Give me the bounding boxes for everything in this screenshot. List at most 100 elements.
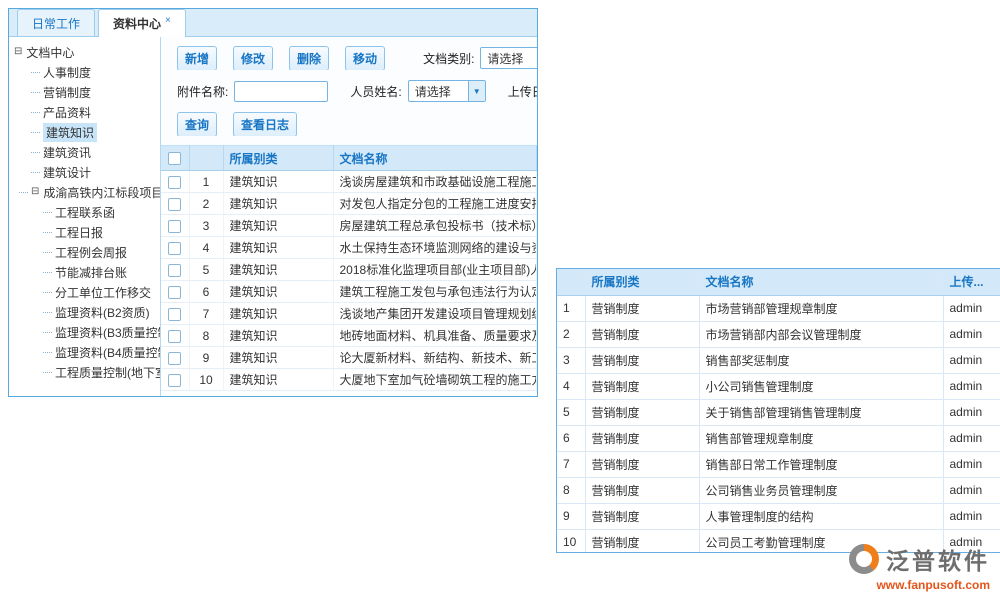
person-name-select[interactable]: 请选择 ▼ [408, 80, 486, 102]
marketing-table-panel: 所属别类 文档名称 上传... 1营销制度市场营销部管理规章制度admin2营销… [556, 268, 1000, 553]
marketing-table: 所属别类 文档名称 上传... 1营销制度市场营销部管理规章制度admin2营销… [557, 269, 1000, 553]
sidebar-item[interactable]: 监理资料(B2资质) [9, 302, 160, 322]
doc-category-select[interactable]: 请选择 ▼ [480, 47, 537, 69]
marketing-table-row[interactable]: 8营销制度公司销售业务员管理制度admin [557, 477, 1000, 503]
select-all-checkbox[interactable] [168, 152, 181, 165]
row-uploader: admin [943, 451, 1000, 477]
uploader-column-header: 上传... [943, 269, 1000, 295]
doc-name-column-header: 文档名称 [699, 269, 943, 295]
doc-table-row[interactable]: 5建筑知识2018标准化监理项目部(业主项目部)人员... [161, 259, 537, 281]
delete-button[interactable]: 删除 [289, 46, 329, 70]
sidebar-item[interactable]: 建筑设计 [9, 162, 160, 182]
sidebar-item[interactable]: 节能减排台账 [9, 262, 160, 282]
marketing-table-row[interactable]: 9营销制度人事管理制度的结构admin [557, 503, 1000, 529]
sidebar-item[interactable]: 工程质量控制(地下室) [9, 362, 160, 382]
row-checkbox[interactable] [168, 176, 181, 189]
doc-table-row[interactable]: 2建筑知识对发包人指定分包的工程施工进度安排... [161, 193, 537, 215]
sidebar-item[interactable]: 工程联系函 [9, 202, 160, 222]
row-doc-name[interactable]: 房屋建筑工程总承包投标书（技术标）... [333, 215, 537, 237]
marketing-table-row[interactable]: 1营销制度市场营销部管理规章制度admin [557, 295, 1000, 321]
marketing-table-row[interactable]: 3营销制度销售部奖惩制度admin [557, 347, 1000, 373]
doc-table-row[interactable]: 8建筑知识地砖地面材料、机具准备、质量要求及... [161, 325, 537, 347]
query-button[interactable]: 查询 [177, 112, 217, 136]
tab-daily-work[interactable]: 日常工作 [17, 9, 95, 36]
row-doc-name[interactable]: 人事管理制度的结构 [699, 503, 943, 529]
tab-data-center[interactable]: 资料中心× [98, 9, 186, 37]
row-checkbox[interactable] [168, 264, 181, 277]
sidebar-item[interactable]: 监理资料(B3质量控制) [9, 322, 160, 342]
modify-button[interactable]: 修改 [233, 46, 273, 70]
sidebar-item[interactable]: ⊟成渝高铁内江标段项目 [9, 182, 160, 202]
row-category: 营销制度 [585, 425, 699, 451]
row-doc-name[interactable]: 浅谈房屋建筑和市政基础设施工程施工... [333, 171, 537, 193]
view-log-button[interactable]: 查看日志 [233, 112, 297, 136]
row-doc-name[interactable]: 市场营销部内部会议管理制度 [699, 321, 943, 347]
add-button[interactable]: 新增 [177, 46, 217, 70]
marketing-table-row[interactable]: 2营销制度市场营销部内部会议管理制度admin [557, 321, 1000, 347]
expand-collapse-icon[interactable]: ⊟ [14, 47, 22, 57]
row-uploader: admin [943, 347, 1000, 373]
row-checkbox[interactable] [168, 352, 181, 365]
row-number: 7 [557, 451, 585, 477]
row-doc-name[interactable]: 浅谈地产集团开发建设项目管理规划编... [333, 303, 537, 325]
sidebar-item[interactable]: 分工单位工作移交 [9, 282, 160, 302]
row-doc-name[interactable]: 对发包人指定分包的工程施工进度安排... [333, 193, 537, 215]
doc-table-row[interactable]: 1建筑知识浅谈房屋建筑和市政基础设施工程施工... [161, 171, 537, 193]
row-doc-name[interactable]: 大厦地下室加气砼墙砌筑工程的施工方... [333, 369, 537, 391]
expand-collapse-icon[interactable]: ⊟ [31, 187, 39, 197]
marketing-table-row[interactable]: 6营销制度销售部管理规章制度admin [557, 425, 1000, 451]
row-number: 4 [557, 373, 585, 399]
row-category: 营销制度 [585, 503, 699, 529]
sidebar-item[interactable]: 建筑知识 [9, 122, 160, 142]
documents-table: 所属别类 文档名称 1建筑知识浅谈房屋建筑和市政基础设施工程施工...2建筑知识… [161, 145, 537, 391]
row-category: 营销制度 [585, 321, 699, 347]
marketing-table-row[interactable]: 7营销制度销售部日常工作管理制度admin [557, 451, 1000, 477]
attachment-name-input[interactable] [234, 81, 328, 102]
row-number: 3 [189, 215, 223, 237]
sidebar-item[interactable]: 工程日报 [9, 222, 160, 242]
row-doc-name[interactable]: 小公司销售管理制度 [699, 373, 943, 399]
attachment-name-label: 附件名称: [177, 83, 228, 100]
screenshot-stage: 日常工作 资料中心× ⊟文档中心人事制度营销制度产品资料建筑知识建筑资讯建筑设计… [0, 0, 1000, 600]
doc-table-row[interactable]: 3建筑知识房屋建筑工程总承包投标书（技术标）... [161, 215, 537, 237]
sidebar-item[interactable]: 建筑资讯 [9, 142, 160, 162]
marketing-table-row[interactable]: 4营销制度小公司销售管理制度admin [557, 373, 1000, 399]
row-doc-name[interactable]: 2018标准化监理项目部(业主项目部)人员... [333, 259, 537, 281]
row-doc-name[interactable]: 水土保持生态环境监测网络的建设与资... [333, 237, 537, 259]
doc-table-row[interactable]: 10建筑知识大厦地下室加气砼墙砌筑工程的施工方... [161, 369, 537, 391]
doc-table-row[interactable]: 9建筑知识论大厦新材料、新结构、新技术、新工... [161, 347, 537, 369]
row-doc-name[interactable]: 销售部奖惩制度 [699, 347, 943, 373]
sidebar-item[interactable]: 产品资料 [9, 102, 160, 122]
row-checkbox[interactable] [168, 374, 181, 387]
row-checkbox[interactable] [168, 242, 181, 255]
docs-table-body: 1建筑知识浅谈房屋建筑和市政基础设施工程施工...2建筑知识对发包人指定分包的工… [161, 171, 537, 391]
row-number: 4 [189, 237, 223, 259]
row-checkbox[interactable] [168, 330, 181, 343]
row-checkbox[interactable] [168, 286, 181, 299]
sidebar-item[interactable]: 人事制度 [9, 62, 160, 82]
row-doc-name[interactable]: 销售部日常工作管理制度 [699, 451, 943, 477]
doc-table-row[interactable]: 4建筑知识水土保持生态环境监测网络的建设与资... [161, 237, 537, 259]
row-doc-name[interactable]: 关于销售部管理销售管理制度 [699, 399, 943, 425]
row-category: 建筑知识 [223, 303, 333, 325]
row-doc-name[interactable]: 公司销售业务员管理制度 [699, 477, 943, 503]
row-checkbox[interactable] [168, 220, 181, 233]
marketing-table-row[interactable]: 5营销制度关于销售部管理销售管理制度admin [557, 399, 1000, 425]
row-checkbox[interactable] [168, 308, 181, 321]
row-checkbox[interactable] [168, 198, 181, 211]
doc-table-row[interactable]: 7建筑知识浅谈地产集团开发建设项目管理规划编... [161, 303, 537, 325]
sidebar-item[interactable]: ⊟文档中心 [9, 42, 160, 62]
row-doc-name[interactable]: 论大厦新材料、新结构、新技术、新工... [333, 347, 537, 369]
doc-table-row[interactable]: 6建筑知识建筑工程施工发包与承包违法行为认定... [161, 281, 537, 303]
row-number: 8 [557, 477, 585, 503]
row-doc-name[interactable]: 市场营销部管理规章制度 [699, 295, 943, 321]
row-doc-name[interactable]: 建筑工程施工发包与承包违法行为认定... [333, 281, 537, 303]
close-tab-icon[interactable]: × [165, 15, 171, 26]
sidebar-item[interactable]: 监理资料(B4质量控制) [9, 342, 160, 362]
row-doc-name[interactable]: 销售部管理规章制度 [699, 425, 943, 451]
sidebar-item[interactable]: 营销制度 [9, 82, 160, 102]
move-button[interactable]: 移动 [345, 46, 385, 70]
row-doc-name[interactable]: 地砖地面材料、机具准备、质量要求及... [333, 325, 537, 347]
row-number: 9 [557, 503, 585, 529]
sidebar-item[interactable]: 工程例会周报 [9, 242, 160, 262]
